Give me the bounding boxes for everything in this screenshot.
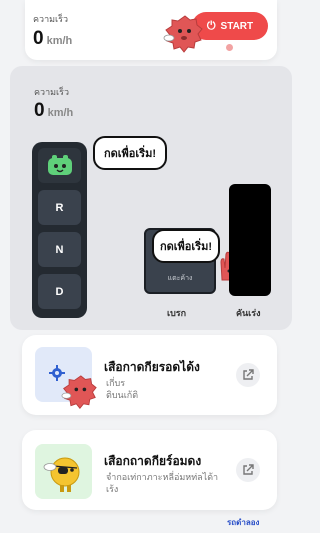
brake-hint-bubble: กดเพื่อเริ่ม! xyxy=(152,229,220,263)
card-subtitle-line-1: จำกอเท่กาภาะหลี่อ่มหท่ลได้า xyxy=(106,472,219,482)
card-icon-box xyxy=(35,444,92,499)
automatic-gear-card[interactable]: เสือกถาดกียร์อมดง จำกอเท่กาภาะหลี่อ่มหท่… xyxy=(22,430,277,510)
speed-label: ความเร็ว xyxy=(33,14,69,24)
open-external-button[interactable] xyxy=(236,363,260,387)
speed-value: 0 xyxy=(33,28,44,49)
red-mascot-icon xyxy=(163,15,203,53)
speed-value-main: 0 xyxy=(34,100,45,121)
pirate-mascot-icon xyxy=(43,457,80,492)
status-dot xyxy=(226,44,233,51)
external-link-icon xyxy=(243,464,254,475)
card-title: เสือกาดกียรอดได้ง xyxy=(104,360,200,374)
accelerator-pedal[interactable] xyxy=(229,184,271,296)
gear-hint-bubble: กดเพื่อเริ่ม! xyxy=(93,136,167,170)
gear-d-button[interactable]: D xyxy=(38,274,81,309)
speed-label-main: ความเร็ว xyxy=(34,87,70,97)
speed-unit: km/h xyxy=(46,35,73,47)
card-subtitle-line-2: ติบนเก้ติ xyxy=(106,390,139,400)
card-subtitle-line-1: เกี่บร xyxy=(106,378,126,388)
gear-r-button[interactable]: R xyxy=(38,190,81,225)
manual-gear-card[interactable]: เสือกาดกียรอดได้ง เกี่บร ติบนเก้ติ xyxy=(22,335,277,415)
speed-readout: 0 km/h xyxy=(33,28,72,50)
red-mascot-icon xyxy=(61,375,97,410)
speed-unit-main: km/h xyxy=(47,107,74,119)
start-button[interactable]: ⏻ START xyxy=(192,12,268,40)
open-external-button[interactable] xyxy=(236,458,260,482)
card-icon-box xyxy=(35,347,97,410)
power-icon: ⏻ xyxy=(206,19,216,32)
card-subtitle-line-2: เร้ง xyxy=(106,484,119,494)
gear-selector: R N D xyxy=(32,142,87,318)
speed-readout-main: 0 km/h xyxy=(34,100,73,122)
brake-label: เบรก xyxy=(167,308,187,318)
green-mascot-icon xyxy=(47,154,72,175)
card-title: เสือกถาดกียร์อมดง xyxy=(104,454,202,468)
gear-park-button[interactable] xyxy=(38,148,81,183)
brake-hold-text: แตะค้าง xyxy=(167,275,193,282)
gear-n-button[interactable]: N xyxy=(38,232,81,267)
footer-link[interactable]: รถดำลอง xyxy=(227,516,259,529)
accel-label: คันเร่ง xyxy=(236,308,261,318)
start-button-label: START xyxy=(220,20,254,32)
external-link-icon xyxy=(243,369,254,380)
